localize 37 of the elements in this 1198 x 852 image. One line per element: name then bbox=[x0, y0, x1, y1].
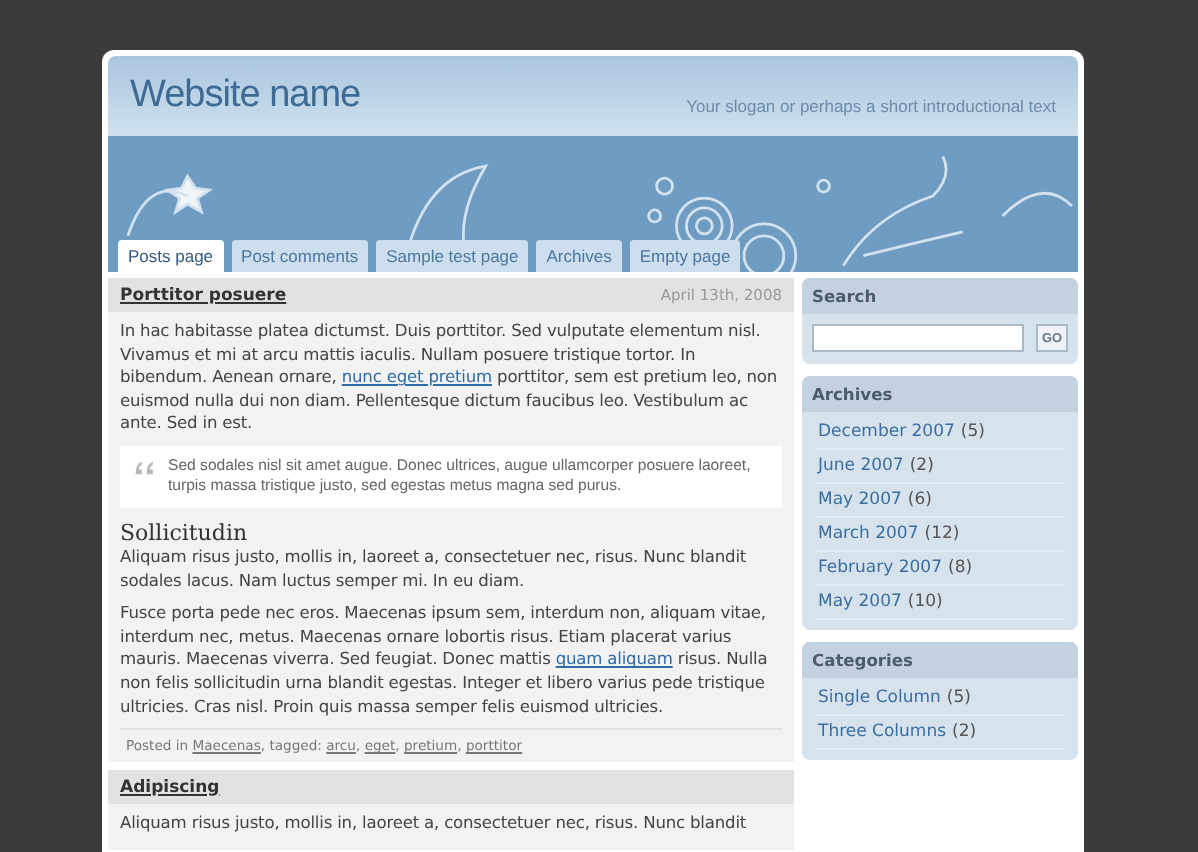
post-count: (12) bbox=[924, 524, 960, 544]
post-title-link[interactable]: Porttitor posuere bbox=[120, 285, 287, 305]
post-count: (5) bbox=[946, 688, 971, 708]
site-name[interactable]: Website name bbox=[130, 74, 361, 118]
post-paragraph: Aliquam risus justo, mollis in, laoreet a, consectetuer nec, risus. Nunc blandit sodales lacus. Nam luctus semper mi. In eu diam. bbox=[120, 545, 749, 593]
post-title-link[interactable]: Adipiscing bbox=[120, 777, 220, 798]
post-paragraph: Aliquam risus justo, mollis in, laoreet a, consectetuer nec, risus. Nunc blandit bbox=[120, 812, 749, 836]
sidebar-link[interactable]: Three Columns bbox=[818, 722, 947, 742]
panel-heading: Archives bbox=[802, 376, 1078, 412]
post-count: (10) bbox=[907, 592, 943, 612]
sidebar-link[interactable]: December 2007 bbox=[818, 422, 955, 442]
search-field[interactable] bbox=[812, 324, 1024, 352]
nav-tab[interactable]: Post comments bbox=[231, 240, 369, 272]
nav-tab[interactable]: Empty page bbox=[629, 240, 741, 272]
post-subheading: Sollicitudin bbox=[120, 519, 250, 546]
post-count: (2) bbox=[952, 722, 977, 742]
nav-tab[interactable]: Posts page bbox=[118, 240, 224, 272]
post-paragraph: Fusce porta pede nec eros. Maecenas ipsum sem, interdum non, aliquam vitae, interdum nec, metus. Maecenas ornare lobortis risus. Etiam placerat varius mauris. Maecenas viverra. Sed feugiat. Donec mattis quam aliquam risus. Nulla non felis sollicitudin urna blandit egestas. Integer et libero varius pede tristique ultricies. Cras nisl. Proin quis massa semper felis euismod ultricies. bbox=[120, 602, 770, 719]
sidebar-link[interactable]: May 2007 bbox=[818, 592, 902, 612]
sidebar-link[interactable]: May 2007 bbox=[818, 490, 902, 510]
post-count: (8) bbox=[948, 558, 973, 578]
post-count: (2) bbox=[909, 456, 934, 476]
site-slogan: Your slogan or perhaps a short introductional text bbox=[686, 96, 1056, 116]
inline-link[interactable]: quam aliquam bbox=[555, 648, 673, 669]
post-count: (5) bbox=[960, 422, 985, 442]
sidebar-link[interactable]: Single Column bbox=[818, 688, 941, 708]
sidebar-link[interactable]: March 2007 bbox=[818, 524, 919, 544]
quote-mark-icon bbox=[134, 459, 156, 476]
panel-heading: Search bbox=[802, 278, 1078, 314]
inline-link[interactable]: nunc eget pretium bbox=[341, 366, 492, 387]
post-count: (6) bbox=[907, 490, 932, 510]
nav-tab[interactable]: Sample test page bbox=[376, 240, 529, 272]
panel-heading: Categories bbox=[802, 642, 1078, 678]
post-paragraph: In hac habitasse platea dictumst. Duis porttitor. Sed vulputate elementum nisl. Vivamus et mi at arcu mattis iaculis. Nullam posuere tristique tortor. In bibendum. Aenean ornare, nunc eget pretium porttitor, sem est pretium leo, non euismod nulla dui non diam. Pellentesque dictum faucibus leo. Vestibulum ac ante. Sed in est. bbox=[120, 320, 780, 436]
sidebar-link[interactable]: June 2007 bbox=[818, 456, 904, 476]
nav-tab[interactable]: Archives bbox=[536, 240, 622, 272]
sidebar-link[interactable]: February 2007 bbox=[818, 558, 942, 578]
